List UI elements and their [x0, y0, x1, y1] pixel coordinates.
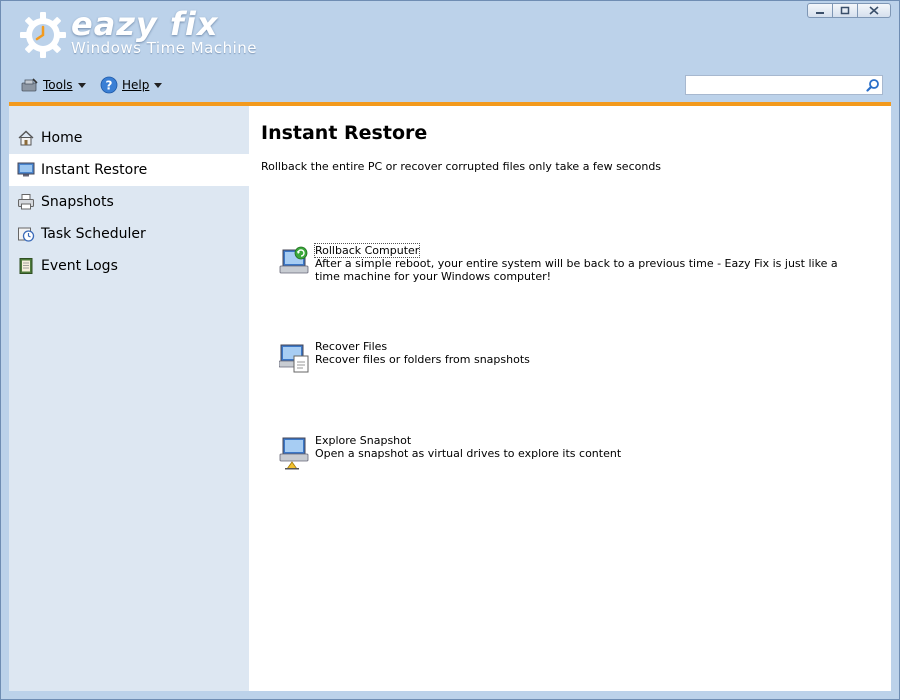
search-box [685, 75, 883, 96]
action-title[interactable]: Recover Files [315, 340, 387, 353]
chevron-down-icon [77, 82, 86, 88]
page-description: Rollback the entire PC or recover corrup… [261, 160, 662, 173]
chevron-down-icon [154, 82, 163, 88]
sidebar-item-label: Home [41, 130, 83, 146]
page-title: Instant Restore [261, 122, 428, 144]
sidebar-item-task-scheduler[interactable]: Task Scheduler [9, 218, 249, 250]
action-description: Recover files or folders from snapshots [315, 353, 530, 366]
sidebar-item-instant-restore[interactable]: Instant Restore [9, 154, 249, 186]
app-window: eazy fix Windows Time Machine Tools ? He… [0, 0, 900, 700]
action-description: After a simple reboot, your entire syste… [315, 257, 838, 283]
action-title[interactable]: Rollback Computer [313, 243, 421, 258]
svg-text:?: ? [106, 79, 113, 93]
brand-subtitle: Windows Time Machine [71, 39, 257, 57]
action-rollback-computer[interactable]: Rollback Computer After a simple reboot,… [279, 243, 839, 283]
brand: eazy fix Windows Time Machine [19, 5, 279, 63]
help-label: Help [122, 78, 150, 92]
sidebar-item-label: Instant Restore [41, 162, 148, 178]
gear-clock-logo-icon [20, 12, 66, 58]
minimize-button[interactable] [807, 3, 833, 18]
maximize-button[interactable] [832, 3, 858, 18]
sidebar-item-label: Task Scheduler [41, 226, 146, 242]
action-title[interactable]: Explore Snapshot [315, 434, 411, 447]
search-icon[interactable] [866, 78, 880, 92]
sidebar-item-home[interactable]: Home [9, 122, 249, 154]
sidebar-item-label: Snapshots [41, 194, 114, 210]
action-recover-files[interactable]: Recover Files Recover files or folders f… [279, 340, 839, 376]
tools-label: Tools [43, 78, 73, 92]
explore-snapshot-icon [279, 437, 309, 470]
help-icon: ? [100, 76, 118, 94]
window-controls [807, 3, 891, 18]
sidebar-item-event-logs[interactable]: Event Logs [9, 250, 249, 282]
house-icon [17, 129, 35, 147]
monitor-icon [17, 161, 35, 179]
sidebar: Home Instant Restore Snapshots Task Sche… [9, 106, 249, 691]
close-icon [869, 6, 879, 15]
tools-menu[interactable]: Tools [21, 75, 86, 95]
recover-files-icon [279, 344, 309, 373]
maximize-icon [840, 6, 850, 15]
search-input[interactable] [686, 78, 870, 96]
sidebar-item-label: Event Logs [41, 258, 118, 274]
rollback-computer-icon [279, 246, 309, 274]
action-description: Open a snapshot as virtual drives to exp… [315, 447, 622, 460]
brand-name: eazy fix [71, 5, 219, 43]
help-menu[interactable]: ? Help [100, 75, 163, 95]
clock-icon [17, 225, 35, 243]
action-explore-snapshot[interactable]: Explore Snapshot Open a snapshot as virt… [279, 434, 839, 470]
sidebar-item-snapshots[interactable]: Snapshots [9, 186, 249, 218]
printer-icon [17, 193, 35, 211]
tools-icon [21, 78, 38, 92]
minimize-icon [816, 11, 824, 14]
log-book-icon [17, 257, 35, 275]
close-button[interactable] [857, 3, 891, 18]
toolbar: Tools ? Help [1, 73, 899, 99]
main-content: Instant Restore Rollback the entire PC o… [249, 106, 891, 691]
